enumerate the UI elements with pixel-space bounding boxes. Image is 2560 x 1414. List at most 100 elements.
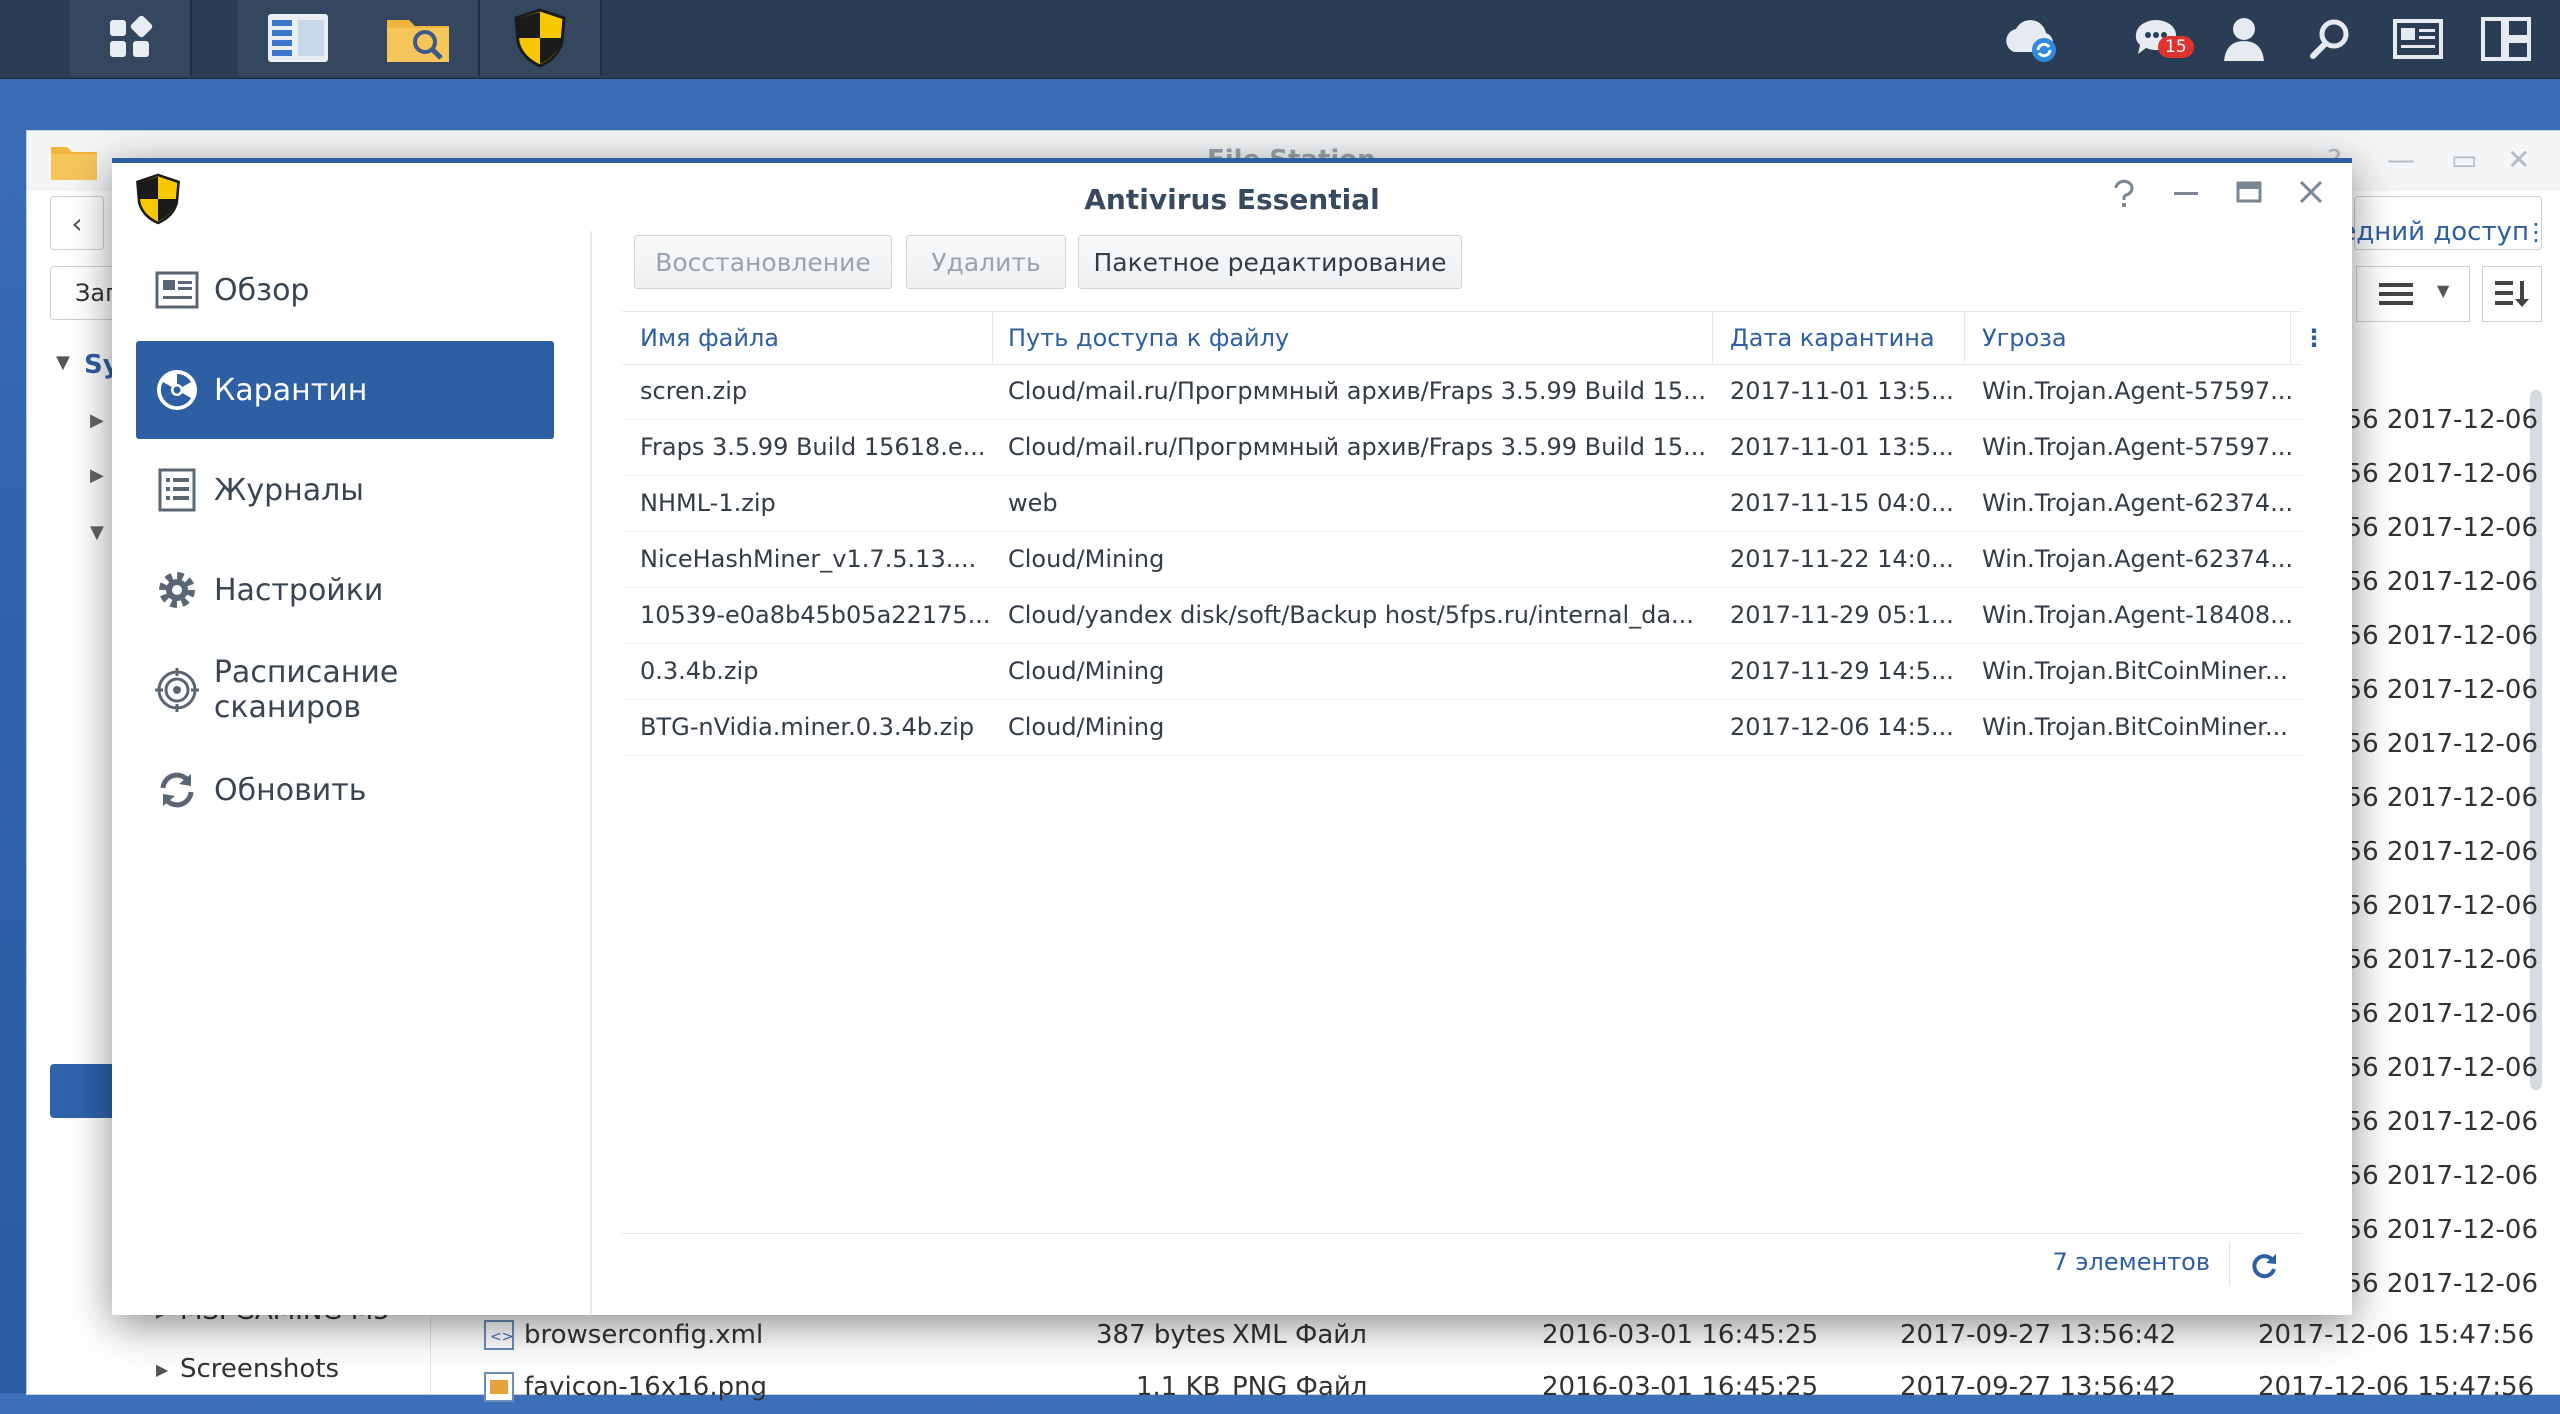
table-row[interactable]: 0.3.4b.zip Cloud/Mining 2017-11-29 14:5.… — [622, 644, 2302, 700]
column-quarantine-date[interactable]: Дата карантина — [1730, 324, 1935, 352]
folder-icon — [387, 20, 449, 62]
taskbar: 15 — [0, 0, 2560, 79]
minimize-icon[interactable] — [2172, 179, 2200, 213]
radiation-icon — [154, 367, 200, 413]
cloud-sync-icon — [2006, 20, 2056, 62]
delete-button[interactable]: Удалить — [906, 235, 1066, 289]
column-separator[interactable] — [1964, 312, 1965, 364]
column-menu-icon[interactable]: ⋮ — [2524, 218, 2548, 246]
threat-cell: Win.Trojan.Agent-62374... — [1982, 545, 2292, 573]
chevron-down-icon[interactable]: ▼ — [90, 522, 104, 543]
threat-cell: Win.Trojan.Agent-57597... — [1982, 377, 2292, 405]
sidebar-item-label: Обзор — [214, 272, 310, 308]
column-file-path[interactable]: Путь доступа к файлу — [1008, 324, 1289, 352]
antivirus-titlebar[interactable]: Antivirus Essential — [112, 163, 2352, 231]
column-separator[interactable] — [1712, 312, 1713, 364]
table-row[interactable]: NHML-1.zip web 2017-11-15 04:0... Win.Tr… — [622, 476, 2302, 532]
chevron-right-icon[interactable]: ▶ — [90, 465, 104, 486]
target-icon — [154, 667, 200, 713]
refresh-button[interactable] — [2244, 1246, 2284, 1286]
antivirus-window: Antivirus Essential Обзор Карантин Журна… — [112, 158, 2352, 1315]
chevron-right-icon[interactable]: ▶ — [90, 410, 104, 431]
notifications-button[interactable]: 15 — [2116, 0, 2196, 78]
main-menu-button[interactable] — [70, 0, 192, 76]
search-button[interactable] — [2290, 0, 2370, 78]
column-last-access[interactable]: Последний доступ — [2329, 217, 2529, 257]
column-separator[interactable] — [2290, 312, 2291, 364]
taskbar-app-file-station[interactable] — [358, 0, 480, 76]
column-separator[interactable] — [992, 312, 993, 364]
image-file-icon — [484, 1372, 514, 1402]
user-button[interactable] — [2204, 0, 2284, 78]
maximize-icon[interactable] — [2236, 179, 2262, 211]
cloud-sync-button[interactable] — [1990, 0, 2070, 78]
widgets-button[interactable] — [2378, 0, 2458, 78]
sidebar-item-logs[interactable]: Журналы — [136, 441, 554, 539]
desktop-layout-button[interactable] — [2466, 0, 2546, 78]
column-threat[interactable]: Угроза — [1982, 324, 2067, 352]
column-file-name[interactable]: Имя файла — [640, 324, 779, 352]
file-path-cell: Cloud/mail.ru/Прогрммный архив/Fraps 3.5… — [1008, 433, 1706, 461]
table-row[interactable]: scren.zip Cloud/mail.ru/Прогрммный архив… — [622, 364, 2302, 420]
chevron-down-icon[interactable]: ▼ — [56, 352, 70, 373]
batch-edit-button[interactable]: Пакетное редактирование — [1078, 235, 1462, 289]
close-icon[interactable]: ✕ — [2507, 143, 2530, 176]
table-cell: 2017-12-06 15:47:56 — [2348, 1269, 2538, 1299]
date-cell: 2017-11-29 05:1... — [1730, 601, 1954, 629]
grid-icon — [110, 15, 153, 57]
file-created: 2016-03-01 16:45:25 — [1542, 1372, 1819, 1402]
table-cell: 2017-12-06 15:47:56 — [2348, 1107, 2538, 1137]
sidebar-item-label: Журналы — [214, 472, 364, 508]
table-row[interactable]: NiceHashMiner_v1.7.5.13.... Cloud/Mining… — [622, 532, 2302, 588]
sidebar-item-label: Обновить — [214, 772, 367, 808]
taskbar-app-antivirus[interactable] — [480, 0, 602, 76]
table-row[interactable]: <> browserconfig.xml 387 bytes XML Файл … — [480, 1310, 2560, 1362]
file-path-cell: Cloud/Mining — [1008, 657, 1165, 685]
sidebar: Обзор Карантин Журналы Настройки Расписа… — [112, 231, 592, 1315]
file-name-cell: scren.zip — [640, 377, 748, 405]
table-cell: 2017-12-06 15:47:56 — [2348, 729, 2538, 759]
column-menu-icon[interactable]: ⋮ — [2302, 324, 2326, 352]
file-created: 2016-03-01 16:45:25 — [1542, 1320, 1819, 1350]
table-cell: 2017-12-06 15:47:56 — [2348, 783, 2538, 813]
date-cell: 2017-12-06 14:5... — [1730, 713, 1954, 741]
close-icon[interactable] — [2298, 179, 2324, 211]
sidebar-item-update[interactable]: Обновить — [136, 741, 554, 839]
restore-button[interactable]: Восстановление — [634, 235, 892, 289]
table-row[interactable]: Fraps 3.5.99 Build 15618.e... Cloud/mail… — [622, 420, 2302, 476]
help-icon[interactable] — [2112, 179, 2136, 213]
table-cell: 2017-12-06 15:47:56 — [2348, 1161, 2538, 1191]
file-modified: 2017-09-27 13:56:42 — [1900, 1372, 2177, 1402]
file-path-cell: Cloud/Mining — [1008, 545, 1165, 573]
table-row[interactable]: 10539-e0a8b45b05a22175... Cloud/yandex d… — [622, 588, 2302, 644]
table-row[interactable]: favicon-16x16.png 1.1 KB PNG Файл 2016-0… — [480, 1362, 2560, 1414]
log-icon — [154, 467, 200, 513]
sidebar-item-scan-schedule[interactable]: Расписание сканиров — [136, 641, 554, 739]
chevron-right-icon[interactable]: ▶ — [156, 1360, 168, 1379]
sidebar-item-settings[interactable]: Настройки — [136, 541, 554, 639]
taskbar-app-control-panel[interactable] — [238, 0, 360, 76]
table-cell: 2017-12-06 15:47:56 — [2348, 513, 2538, 543]
file-name: browserconfig.xml — [524, 1320, 764, 1350]
sidebar-item-quarantine[interactable]: Карантин — [136, 341, 554, 439]
sidebar-item-label: Расписание сканиров — [213, 655, 399, 725]
sort-button[interactable] — [2482, 266, 2542, 322]
widgets-icon — [2393, 19, 2443, 59]
file-name-cell: Fraps 3.5.99 Build 15618.e... — [640, 433, 986, 461]
control-panel-icon — [268, 14, 328, 62]
threat-cell: Win.Trojan.Agent-57597... — [1982, 433, 2292, 461]
view-mode-button[interactable]: ▼ — [2356, 266, 2470, 322]
tree-item[interactable]: Screenshots — [180, 1354, 339, 1384]
back-button[interactable]: ‹ — [50, 196, 104, 250]
sidebar-item-overview[interactable]: Обзор — [136, 241, 554, 339]
chevron-left-icon: ‹ — [71, 206, 83, 240]
minimize-icon[interactable]: — — [2387, 143, 2415, 176]
maximize-icon[interactable]: ▭ — [2451, 143, 2477, 176]
quarantine-panel: Восстановление Удалить Пакетное редактир… — [622, 231, 2326, 1315]
file-path-cell: Cloud/yandex disk/soft/Backup host/5fps.… — [1008, 601, 1694, 629]
table-row[interactable]: BTG-nVidia.miner.0.3.4b.zip Cloud/Mining… — [622, 700, 2302, 756]
file-name-cell: NiceHashMiner_v1.7.5.13.... — [640, 545, 977, 573]
table-cell: 2017-12-06 15:47:56 — [2348, 1215, 2538, 1245]
table-footer: 7 элементов — [622, 1233, 2302, 1294]
file-path-cell: web — [1008, 489, 1058, 517]
